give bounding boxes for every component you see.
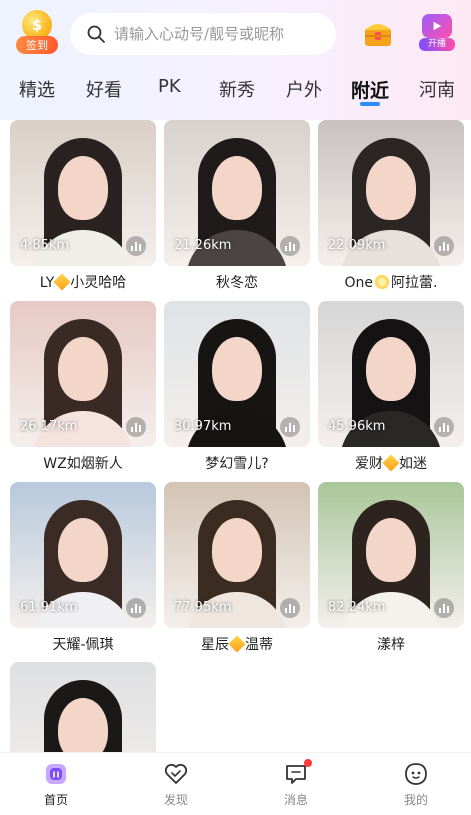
live-bars-icon bbox=[280, 236, 300, 256]
streamer-name-part: WZ如烟新人 bbox=[43, 456, 123, 472]
live-bars-icon bbox=[126, 417, 146, 437]
streamer-name-part: 梦幻雪儿? bbox=[205, 456, 269, 472]
streamer-name: 梦幻雪儿? bbox=[164, 453, 310, 473]
streamer-card[interactable]: 61.91km 天耀-佩琪 bbox=[10, 482, 156, 659]
streamer-name: 漾梓 bbox=[318, 634, 464, 654]
portrait-face bbox=[212, 337, 262, 401]
streamer-card[interactable]: 22.09km One 阿拉蕾. bbox=[318, 120, 464, 297]
live-bars-icon bbox=[434, 236, 454, 256]
live-bars-icon bbox=[126, 236, 146, 256]
nav-home[interactable]: 首页 bbox=[26, 761, 86, 808]
portrait-face bbox=[58, 518, 108, 582]
streamer-name-part: 如迷 bbox=[399, 456, 427, 472]
nav-discover-label: 发现 bbox=[163, 793, 188, 807]
signin-label: 签到 bbox=[16, 36, 58, 54]
streamer-name-part: 漾梓 bbox=[377, 637, 405, 653]
streamer-card[interactable]: 82.24km 漾梓 bbox=[318, 482, 464, 659]
active-tab-indicator bbox=[360, 102, 380, 106]
distance-label: 26.17km bbox=[20, 419, 78, 434]
diamond-icon bbox=[53, 273, 71, 291]
streamer-card[interactable]: 30.97km 梦幻雪儿? bbox=[164, 301, 310, 478]
distance-label: 21.26km bbox=[174, 238, 232, 253]
nav-messages[interactable]: 消息 bbox=[266, 759, 326, 808]
nav-home-label: 首页 bbox=[43, 793, 68, 807]
diamond-icon bbox=[382, 454, 400, 472]
streamer-name-part: 星辰 bbox=[201, 637, 229, 653]
portrait-face bbox=[366, 337, 416, 401]
signin-button[interactable]: $ 签到 bbox=[16, 10, 58, 56]
profile-icon bbox=[405, 763, 427, 785]
streamer-name-part: 温蒂 bbox=[245, 637, 273, 653]
tab-henan[interactable]: 河南 bbox=[419, 76, 455, 102]
nav-me-label: 我的 bbox=[403, 793, 428, 807]
distance-label: 30.97km bbox=[174, 419, 232, 434]
bottom-nav: 首页 发现 消息 我的 bbox=[0, 752, 471, 815]
home-icon bbox=[46, 764, 66, 784]
streamer-name-part: 爱财 bbox=[355, 456, 383, 472]
live-bars-icon bbox=[434, 417, 454, 437]
streamer-card[interactable]: 45.96km 爱财 如迷 bbox=[318, 301, 464, 478]
streamer-name: 天耀-佩琪 bbox=[10, 634, 156, 654]
go-live-label: 开播 bbox=[419, 38, 455, 51]
distance-label: 22.09km bbox=[328, 238, 386, 253]
portrait-face bbox=[366, 518, 416, 582]
distance-label: 4.85km bbox=[20, 238, 70, 253]
notification-dot bbox=[304, 759, 312, 767]
streamer-name: 爱财 如迷 bbox=[318, 453, 464, 473]
tab-featured[interactable]: 精选 bbox=[19, 76, 55, 102]
streamer-name-part: LY bbox=[39, 275, 55, 291]
streamer-name-part: 天耀-佩琪 bbox=[52, 637, 114, 653]
search-bar[interactable] bbox=[70, 13, 336, 55]
live-bars-icon bbox=[280, 417, 300, 437]
distance-label: 45.96km bbox=[328, 419, 386, 434]
tab-outdoor[interactable]: 户外 bbox=[286, 76, 322, 102]
diamond-icon bbox=[228, 635, 246, 653]
header: $ 签到 开播 bbox=[0, 0, 471, 70]
live-bars-icon bbox=[280, 598, 300, 618]
streamer-name-part: 小灵哈哈 bbox=[70, 275, 127, 291]
search-icon bbox=[87, 25, 105, 43]
portrait-face bbox=[212, 156, 262, 220]
live-bars-icon bbox=[126, 598, 146, 618]
tab-nearby[interactable]: 附近 bbox=[351, 76, 389, 103]
tab-pk[interactable]: PK bbox=[158, 76, 181, 97]
search-input[interactable] bbox=[114, 25, 324, 43]
flower-icon bbox=[375, 275, 390, 289]
streamer-card[interactable]: 77.95km 星辰 温蒂 bbox=[164, 482, 310, 659]
play-icon bbox=[422, 14, 452, 38]
category-tabs: 精选 好看 PK 新秀 户外 附近 河南 bbox=[0, 70, 471, 110]
streamer-name: WZ如烟新人 bbox=[10, 453, 156, 473]
nav-me[interactable]: 我的 bbox=[386, 761, 446, 808]
nav-discover[interactable]: 发现 bbox=[146, 761, 206, 808]
streamer-card[interactable]: 21.26km 秋冬恋 bbox=[164, 120, 310, 297]
streamer-name: 星辰 温蒂 bbox=[164, 634, 310, 654]
streamer-name: One 阿拉蕾. bbox=[318, 272, 464, 292]
portrait-face bbox=[212, 518, 262, 582]
tab-newcomers[interactable]: 新秀 bbox=[219, 76, 255, 102]
live-bars-icon bbox=[434, 598, 454, 618]
streamer-card[interactable]: 26.17km WZ如烟新人 bbox=[10, 301, 156, 478]
streamer-name: 秋冬恋 bbox=[164, 272, 310, 292]
portrait-face bbox=[366, 156, 416, 220]
treasure-chest-icon[interactable] bbox=[361, 16, 395, 50]
portrait-face bbox=[58, 156, 108, 220]
tab-good-looking[interactable]: 好看 bbox=[86, 76, 122, 102]
streamer-name-part: 阿拉蕾. bbox=[391, 275, 438, 291]
portrait-face bbox=[58, 337, 108, 401]
distance-label: 77.95km bbox=[174, 600, 232, 615]
streamer-name: LY 小灵哈哈 bbox=[10, 272, 156, 292]
distance-label: 82.24km bbox=[328, 600, 386, 615]
heart-icon bbox=[164, 763, 188, 784]
streamer-name-part: 秋冬恋 bbox=[216, 275, 258, 291]
go-live-button[interactable]: 开播 bbox=[419, 14, 455, 54]
streamer-name-part: One bbox=[344, 275, 374, 291]
nav-messages-label: 消息 bbox=[283, 793, 308, 807]
streamer-card[interactable]: 4.85km LY 小灵哈哈 bbox=[10, 120, 156, 297]
distance-label: 61.91km bbox=[20, 600, 78, 615]
